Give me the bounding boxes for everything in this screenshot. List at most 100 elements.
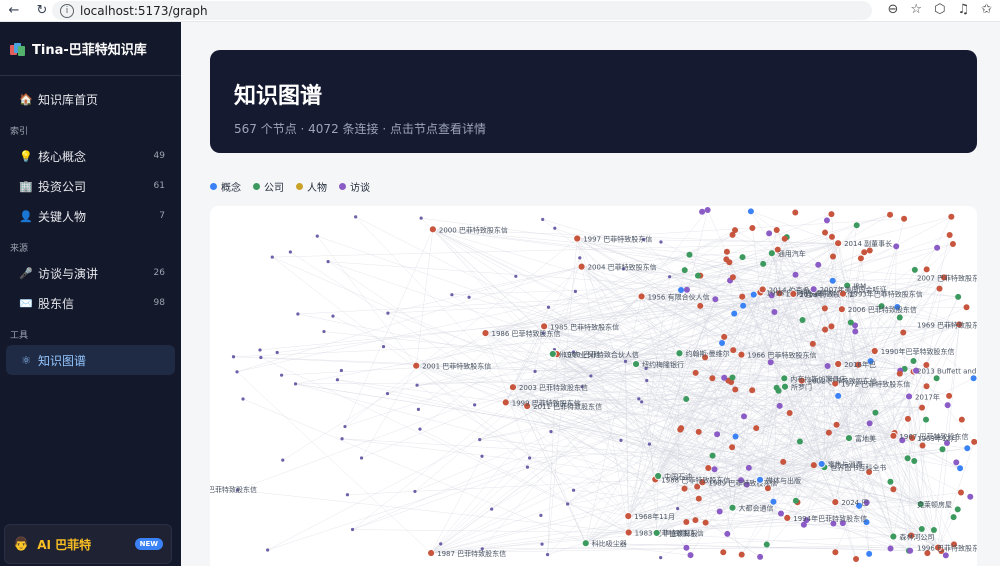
graph-node[interactable] — [354, 215, 358, 219]
knowledge-graph-canvas[interactable]: 2011 巴菲特致股东信 1956 有限合伙人信 2003 巴菲特致股东信 1968年… — [210, 206, 977, 566]
graph-node[interactable] — [541, 217, 545, 222]
graph-node[interactable] — [747, 208, 754, 215]
graph-node[interactable] — [911, 458, 918, 465]
graph-node[interactable] — [822, 229, 829, 236]
graph-node[interactable] — [692, 369, 699, 376]
graph-node[interactable] — [750, 291, 757, 298]
node-dot[interactable] — [767, 249, 776, 258]
graph-node[interactable] — [957, 489, 964, 496]
graph-node[interactable] — [416, 407, 421, 412]
graph-node[interactable] — [828, 323, 835, 330]
graph-node[interactable] — [637, 397, 641, 401]
graph-node[interactable] — [942, 552, 949, 559]
graph-node[interactable] — [830, 253, 837, 260]
graph-node[interactable] — [667, 275, 672, 279]
graph-node[interactable] — [887, 211, 894, 218]
company-node[interactable]: 所罗门 — [781, 383, 812, 392]
graph-node[interactable] — [266, 548, 270, 552]
graph-node[interactable] — [326, 260, 330, 264]
graph-node[interactable] — [539, 513, 543, 517]
graph-node[interactable] — [810, 462, 817, 469]
graph-node[interactable] — [678, 425, 685, 432]
graph-node[interactable] — [792, 209, 799, 216]
graph-node[interactable] — [729, 374, 736, 381]
graph-node[interactable] — [930, 527, 937, 534]
company-node[interactable]: 富地美 — [845, 434, 876, 443]
graph-node[interactable] — [730, 347, 737, 354]
graph-node[interactable] — [809, 340, 816, 347]
graph-node[interactable] — [740, 302, 747, 309]
graph-node[interactable] — [589, 374, 593, 378]
graph-node[interactable] — [711, 466, 718, 473]
graph-node[interactable] — [712, 296, 719, 303]
node-dot[interactable] — [870, 347, 879, 355]
graph-node[interactable] — [738, 551, 745, 558]
graph-node[interactable] — [910, 357, 917, 364]
graph-node[interactable] — [923, 383, 930, 390]
graph-node[interactable] — [732, 433, 739, 440]
graph-node[interactable] — [777, 510, 784, 517]
brand[interactable]: Tina-巴菲特知识库 — [0, 22, 181, 76]
graph-node[interactable] — [853, 556, 860, 563]
letter-node[interactable]: 2001 巴菲特致股东信 — [412, 362, 492, 371]
graph-node[interactable] — [415, 383, 419, 387]
graph-node[interactable] — [719, 339, 726, 346]
graph-node[interactable] — [478, 438, 482, 442]
graph-node[interactable] — [235, 370, 239, 374]
graph-node[interactable] — [828, 233, 835, 240]
letter-node[interactable]: 1996 巴菲特致股东信 — [917, 544, 977, 553]
graph-node[interactable] — [345, 493, 350, 497]
graph-node[interactable] — [773, 226, 780, 233]
node-dot[interactable] — [831, 498, 840, 506]
letter-node[interactable]: 2014 副董事长 — [834, 239, 893, 248]
graph-node[interactable] — [745, 464, 752, 471]
graph-node[interactable] — [919, 404, 926, 411]
back-arrow-icon[interactable]: ← — [4, 1, 24, 21]
graph-node[interactable] — [823, 217, 830, 224]
graph-node[interactable] — [776, 402, 783, 409]
node-dot[interactable] — [817, 460, 826, 468]
graph-node[interactable] — [815, 261, 822, 268]
graph-node[interactable] — [732, 386, 739, 393]
graph-node[interactable] — [901, 215, 908, 222]
interview-node[interactable]: 2013 Buffett and University — [912, 366, 977, 376]
node-dot[interactable] — [783, 514, 792, 522]
graph-node[interactable] — [714, 431, 721, 438]
graph-node[interactable] — [934, 244, 941, 251]
bookmark-star-icon[interactable]: ☆ — [910, 2, 922, 17]
graph-node[interactable] — [749, 387, 756, 394]
ai-buffett-button[interactable]: 👨 AI 巴菲特 NEW — [4, 524, 172, 564]
graph-node[interactable] — [749, 224, 756, 231]
node-dot[interactable] — [428, 225, 437, 234]
node-dot[interactable] — [624, 528, 633, 537]
graph-node[interactable] — [946, 392, 953, 399]
graph-node[interactable] — [645, 378, 649, 383]
graph-node[interactable] — [275, 350, 279, 355]
legend-item[interactable]: 概念 — [210, 179, 241, 194]
graph-node[interactable] — [676, 507, 680, 511]
graph-node[interactable] — [681, 267, 688, 274]
graph-node[interactable] — [683, 518, 690, 525]
graph-node[interactable] — [861, 249, 868, 256]
graph-node[interactable] — [545, 553, 550, 557]
site-info-icon[interactable]: i — [60, 3, 74, 18]
graph-node[interactable] — [763, 541, 770, 548]
sidebar-item-home[interactable]: 🏠 知识库首页 — [6, 84, 175, 114]
letter-node[interactable]: 2004 巴菲特致股东信 — [577, 263, 657, 272]
graph-node[interactable] — [340, 437, 344, 441]
graph-node[interactable] — [315, 234, 319, 238]
graph-node[interactable] — [887, 545, 894, 552]
graph-node[interactable] — [799, 316, 806, 323]
node-dot[interactable] — [905, 392, 913, 401]
graph-node[interactable] — [872, 409, 879, 416]
company-node[interactable]: 森林河公司 — [889, 533, 935, 542]
graph-node[interactable] — [866, 550, 873, 557]
graph-node[interactable] — [681, 485, 688, 492]
node-dot[interactable] — [789, 289, 798, 298]
graph-node[interactable] — [887, 478, 894, 485]
zoom-icon[interactable]: ⊖ — [888, 2, 899, 17]
node-dot[interactable] — [548, 350, 557, 358]
graph-node[interactable] — [721, 374, 728, 381]
graph-node[interactable] — [828, 211, 835, 218]
graph-node[interactable] — [258, 348, 262, 352]
